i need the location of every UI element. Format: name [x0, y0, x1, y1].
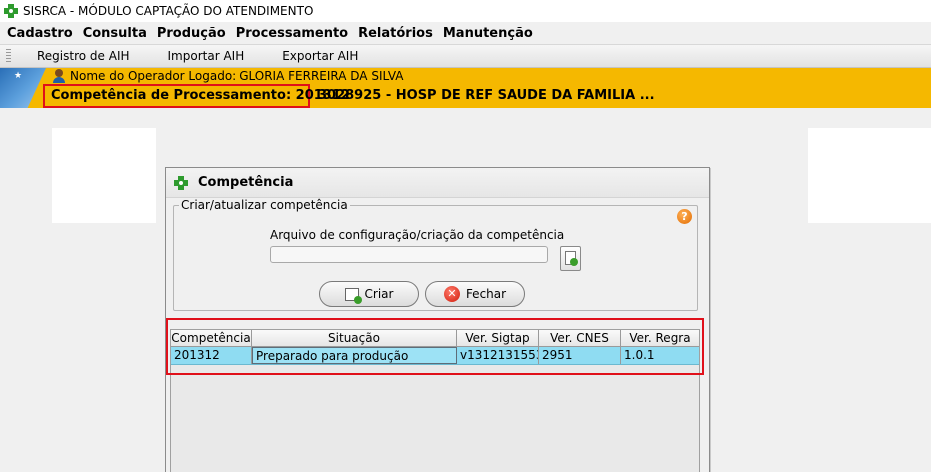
dialog-logo-icon	[174, 175, 188, 190]
dialog-title-bar: Competência	[166, 168, 709, 198]
operator-label: Nome do Operador Logado:	[70, 69, 237, 83]
user-icon	[52, 69, 66, 83]
registro-aih-button[interactable]: Registro de AIH	[25, 49, 142, 63]
window-title: SISRCA - MÓDULO CAPTAÇÃO DO ATENDIMENTO	[23, 4, 314, 18]
new-window-icon	[344, 287, 362, 304]
hospital-info: 3028925 - HOSP DE REF SAUDE DA FAMILIA .…	[318, 88, 655, 103]
arrow-icon	[570, 258, 578, 266]
menu-cadastro[interactable]: Cadastro	[2, 26, 78, 41]
operator-info: Nome do Operador Logado: GLORIA FERREIRA…	[52, 69, 404, 83]
table-highlight-box	[166, 318, 704, 375]
menu-manutencao[interactable]: Manutenção	[438, 26, 538, 41]
config-file-input[interactable]	[270, 246, 548, 263]
menu-consulta[interactable]: Consulta	[78, 26, 152, 41]
menu-relatorios[interactable]: Relatórios	[353, 26, 438, 41]
close-icon: ✕	[443, 286, 460, 302]
menu-bar: Cadastro Consulta Produção Processamento…	[0, 22, 931, 44]
info-bar: ★ Nome do Operador Logado: GLORIA FERREI…	[0, 68, 931, 108]
title-bar: SISRCA - MÓDULO CAPTAÇÃO DO ATENDIMENTO	[0, 0, 931, 22]
background-panel-left	[52, 128, 156, 223]
menu-processamento[interactable]: Processamento	[231, 26, 353, 41]
criar-label: Criar	[364, 287, 394, 301]
background-panel-right	[808, 128, 931, 223]
exportar-aih-button[interactable]: Exportar AIH	[270, 49, 370, 63]
criar-competencia-group: Criar/atualizar competência ? Arquivo de…	[173, 198, 698, 311]
dialog-title: Competência	[198, 175, 294, 190]
competencia-processamento: Competência de Processamento: 201312	[43, 84, 350, 108]
group-label: Criar/atualizar competência	[179, 198, 350, 212]
file-label: Arquivo de configuração/criação da compe…	[270, 228, 565, 242]
star-icon: ★	[14, 71, 23, 81]
app-logo-icon	[4, 4, 18, 18]
menu-producao[interactable]: Produção	[152, 26, 231, 41]
help-icon[interactable]: ?	[677, 209, 692, 224]
browse-file-button[interactable]	[560, 246, 581, 271]
operator-name: GLORIA FERREIRA DA SILVA	[239, 69, 404, 83]
criar-button[interactable]: Criar	[319, 281, 419, 307]
brand-wedge	[0, 68, 46, 108]
importar-aih-button[interactable]: Importar AIH	[156, 49, 257, 63]
fechar-label: Fechar	[465, 287, 507, 301]
fechar-button[interactable]: ✕ Fechar	[425, 281, 525, 307]
toolbar: Registro de AIH Importar AIH Exportar AI…	[0, 44, 931, 68]
toolbar-grip-icon[interactable]	[6, 49, 11, 63]
competencia-dialog: Competência Criar/atualizar competência …	[165, 167, 710, 472]
